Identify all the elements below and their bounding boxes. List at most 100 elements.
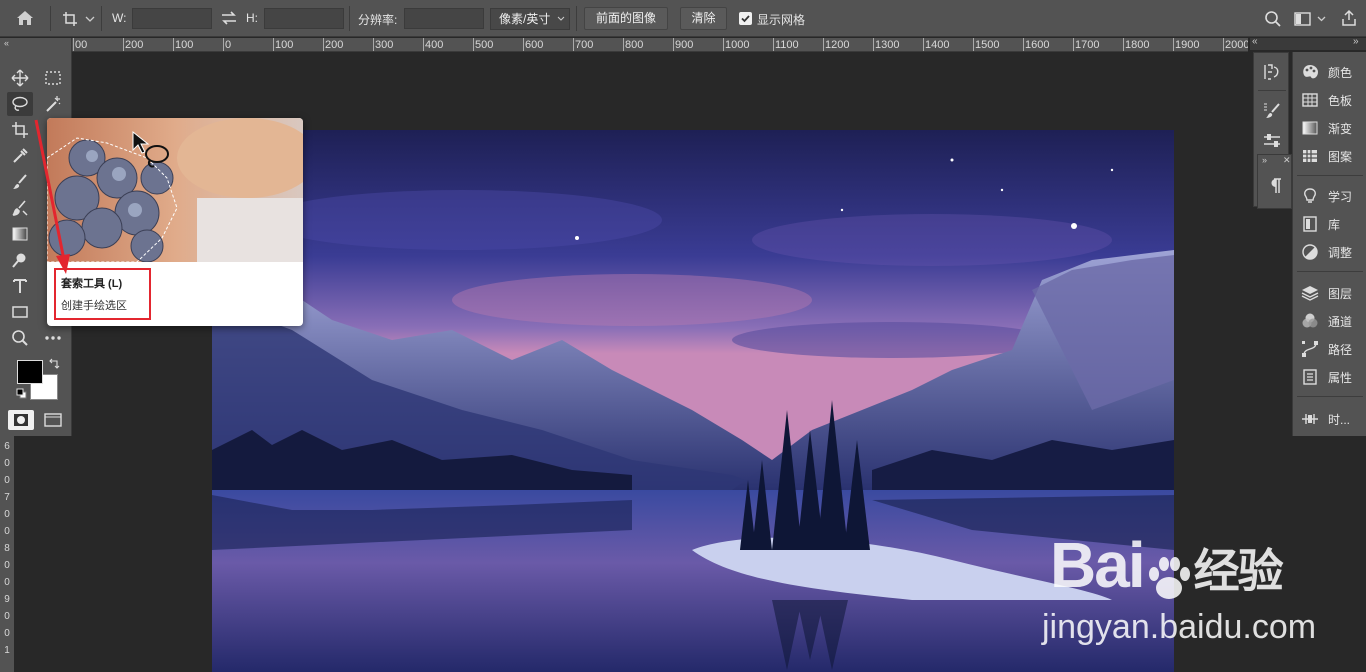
ruler-tick — [723, 38, 724, 51]
panel-timeline[interactable]: 时... — [1293, 406, 1366, 432]
ruler-tick-label: 8 — [4, 543, 10, 554]
ruler-tick-label: 1000 — [725, 39, 750, 51]
ruler-tick-label: 600 — [525, 39, 544, 51]
panel-adjustments[interactable]: 调整 — [1293, 239, 1366, 265]
more-tools[interactable] — [40, 326, 66, 350]
magic-wand-icon — [46, 96, 61, 112]
ruler-tick — [373, 38, 374, 51]
gradient-icon — [1302, 121, 1318, 135]
panel-gradients[interactable]: 渐变 — [1293, 115, 1366, 141]
panel-label: 通道 — [1328, 314, 1353, 329]
panel-label: 属性 — [1328, 370, 1353, 385]
ruler-tick — [223, 38, 224, 51]
ruler-tick-label: 1200 — [825, 39, 850, 51]
collapse-toolbox-icon[interactable]: « — [4, 38, 9, 48]
brush-settings-icon[interactable] — [1262, 101, 1282, 121]
main-panel-dock: 颜色 色板 渐变 图案 学习 库 调整 图层 通道 路径 属性 时... — [1292, 52, 1366, 436]
gradient-icon — [12, 227, 28, 241]
ruler-tick — [873, 38, 874, 51]
panel-libraries[interactable]: 库 — [1293, 211, 1366, 237]
ruler-tick-label: 7 — [4, 492, 10, 503]
ruler-tick-label: 100 — [275, 39, 294, 51]
paragraph-panel-dock: » ✕ — [1257, 154, 1292, 209]
height-label: H: — [246, 11, 258, 25]
move-tool[interactable] — [7, 66, 33, 90]
lasso-tool[interactable] — [7, 92, 33, 116]
search-icon[interactable] — [1264, 10, 1282, 28]
tool-presets-icon[interactable] — [1262, 131, 1282, 151]
ruler-tick-label: 00 — [75, 39, 88, 51]
checkmark-icon — [741, 15, 750, 23]
show-grid-checkbox[interactable] — [739, 12, 752, 25]
shape-tool[interactable] — [7, 300, 33, 324]
front-image-button[interactable]: 前面的图像 — [584, 7, 668, 30]
type-icon — [13, 279, 27, 293]
close-icon[interactable]: ✕ — [1283, 155, 1291, 166]
height-field[interactable] — [264, 8, 344, 29]
panel-learn[interactable]: 学习 — [1293, 183, 1366, 209]
rectangle-icon — [12, 306, 28, 318]
ruler-tick — [323, 38, 324, 51]
clear-button[interactable]: 清除 — [680, 7, 727, 30]
ruler-tick-label: 0 — [4, 628, 10, 639]
right-panels-collapse-bar[interactable]: « » — [1250, 36, 1366, 50]
share-icon[interactable] — [1340, 9, 1358, 27]
watermark-url: jingyan.baidu.com — [1042, 608, 1317, 646]
unit-select[interactable]: 像素/英寸 — [490, 8, 570, 30]
left-ruler: 6 0 0 7 0 0 8 0 0 9 0 0 1 — [0, 436, 14, 672]
swap-colors-icon[interactable] — [48, 358, 60, 370]
ruler-tick-label: 1 — [4, 645, 10, 656]
crop-icon — [12, 122, 28, 138]
width-field[interactable] — [132, 8, 212, 29]
panel-channels[interactable]: 通道 — [1293, 308, 1366, 334]
crop-transform-icon[interactable] — [62, 9, 96, 29]
panel-label: 时... — [1328, 412, 1351, 427]
history-icon[interactable] — [1262, 62, 1282, 82]
foreground-color-swatch[interactable] — [17, 360, 43, 384]
panel-label: 颜色 — [1328, 65, 1353, 80]
workspace-icon[interactable] — [1293, 10, 1329, 28]
lasso-icon — [12, 96, 28, 111]
collapse-right-icon[interactable]: » — [1353, 36, 1359, 47]
layers-icon — [1301, 286, 1319, 301]
canvas-image[interactable] — [212, 130, 1174, 672]
swap-icon[interactable] — [220, 10, 238, 26]
panel-patterns[interactable]: 图案 — [1293, 143, 1366, 169]
watermark-brand: Bai 经验 — [1050, 528, 1284, 602]
home-icon[interactable] — [14, 8, 36, 28]
panel-swatches[interactable]: 色板 — [1293, 87, 1366, 113]
watermark-brand-text: Bai — [1050, 529, 1146, 601]
screen-mode-button[interactable] — [40, 410, 66, 430]
ruler-tick-label: 0 — [4, 509, 10, 520]
ruler-tick — [423, 38, 424, 51]
quick-mask-icon — [14, 414, 28, 426]
collapse-left-icon[interactable]: « — [1252, 36, 1258, 47]
panel-properties[interactable]: 属性 — [1293, 364, 1366, 390]
marquee-tool[interactable] — [40, 66, 66, 90]
panel-layers[interactable]: 图层 — [1293, 280, 1366, 306]
expand-icon[interactable]: » — [1262, 155, 1267, 165]
ruler-tick-label: 0 — [4, 611, 10, 622]
resolution-field[interactable] — [404, 8, 484, 29]
ruler-tick — [773, 38, 774, 51]
paragraph-icon[interactable] — [1266, 177, 1284, 195]
top-ruler: 00 200 100 0 100 200 300 400 500 600 700 800 900 1000… — [70, 38, 1248, 52]
default-colors-icon[interactable] — [16, 388, 27, 399]
ruler-tick-label: 1500 — [975, 39, 1000, 51]
ruler-tick — [1073, 38, 1074, 51]
panel-paths[interactable]: 路径 — [1293, 336, 1366, 362]
ruler-tick-label: 0 — [225, 39, 232, 51]
brush-icon — [13, 174, 27, 189]
rect-marquee-icon — [45, 71, 61, 85]
annotation-arrow-icon — [34, 119, 70, 274]
ruler-tick-label: 1600 — [1025, 39, 1050, 51]
zoom-tool[interactable] — [7, 326, 33, 350]
unit-select-value: 像素/英寸 — [499, 12, 551, 26]
panel-label: 图案 — [1328, 149, 1353, 164]
panel-color[interactable]: 颜色 — [1293, 59, 1366, 85]
magic-wand-tool[interactable] — [40, 92, 66, 116]
ellipsis-icon — [45, 336, 61, 340]
ruler-tick — [973, 38, 974, 51]
panel-label: 学习 — [1328, 189, 1353, 204]
quick-mask-button[interactable] — [8, 410, 34, 430]
